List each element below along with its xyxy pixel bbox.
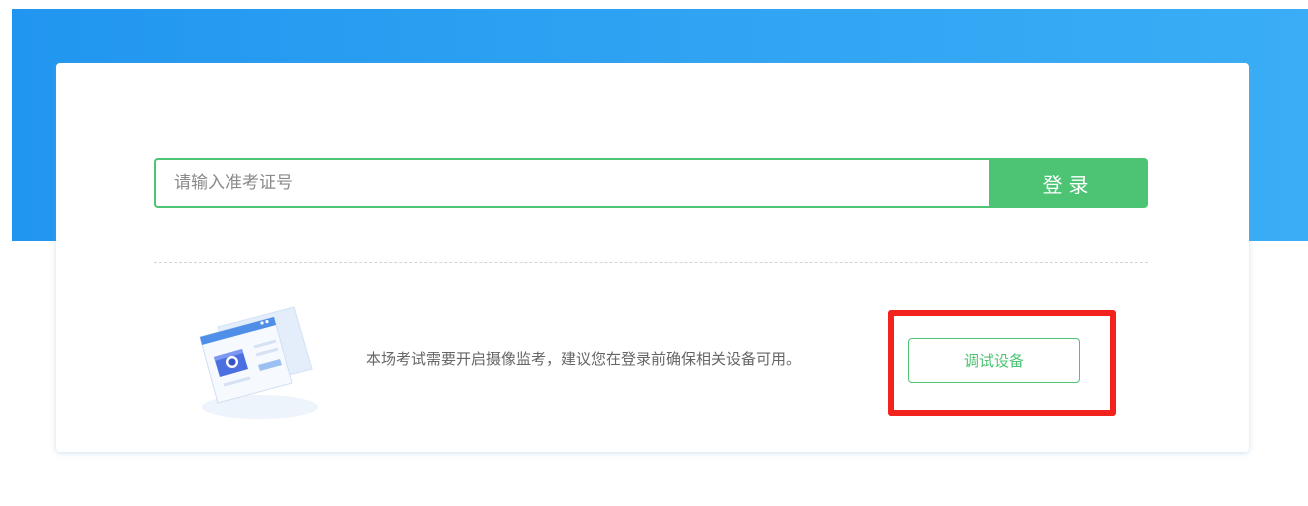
login-button[interactable]: 登录 — [989, 158, 1148, 208]
login-card: 登录 本场考试需要开启摄像监考，建议您在登录前确保相关设备可用。 调试设备 — [56, 63, 1249, 452]
webcam-document-icon — [188, 299, 328, 423]
dashed-divider — [154, 262, 1148, 263]
test-device-button[interactable]: 调试设备 — [908, 338, 1080, 383]
camera-notice-text: 本场考试需要开启摄像监考，建议您在登录前确保相关设备可用。 — [366, 350, 802, 368]
login-form: 登录 — [154, 158, 1148, 208]
admission-ticket-input[interactable] — [154, 158, 989, 208]
